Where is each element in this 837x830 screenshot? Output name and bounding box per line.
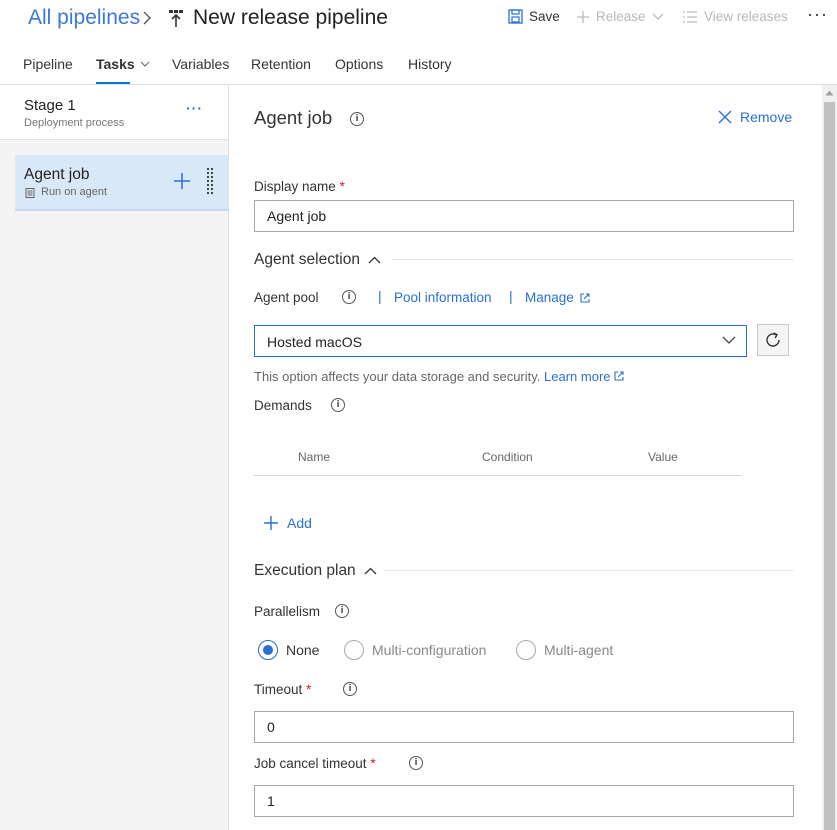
demands-label: Demands bbox=[254, 398, 312, 413]
manage-link[interactable]: Manage bbox=[525, 290, 590, 305]
agent-selection-label: Agent selection bbox=[254, 251, 360, 268]
remove-button[interactable]: Remove bbox=[718, 109, 792, 125]
required-marker: * bbox=[370, 756, 376, 771]
info-icon[interactable]: i bbox=[342, 290, 356, 304]
required-marker: * bbox=[339, 179, 345, 194]
demands-table-divider bbox=[254, 475, 742, 476]
agent-pool-select[interactable]: Hosted macOS bbox=[254, 325, 747, 357]
section-divider bbox=[392, 259, 794, 260]
execution-plan-label: Execution plan bbox=[254, 562, 356, 579]
radio-circle bbox=[516, 640, 536, 660]
close-icon bbox=[718, 110, 732, 124]
scrollbar-thumb[interactable] bbox=[824, 102, 835, 830]
execution-plan-section[interactable]: Execution plan bbox=[254, 562, 377, 580]
info-icon[interactable]: i bbox=[331, 398, 345, 412]
server-icon bbox=[25, 188, 35, 198]
timeout-input[interactable]: 0 bbox=[254, 711, 794, 743]
more-actions-button[interactable]: ··· bbox=[807, 4, 828, 25]
remove-label: Remove bbox=[740, 109, 793, 125]
stage-more-button[interactable]: ··· bbox=[186, 100, 203, 116]
parallelism-multi-config-radio[interactable]: Multi-configuration bbox=[344, 640, 486, 660]
display-name-label: Display name * bbox=[254, 179, 345, 194]
agent-job-subtitle: Run on agent bbox=[41, 186, 108, 198]
refresh-icon bbox=[766, 332, 780, 347]
page-title: New release pipeline bbox=[193, 6, 388, 29]
info-icon[interactable]: i bbox=[350, 112, 364, 126]
external-link-icon bbox=[580, 292, 590, 303]
display-name-text: Display name bbox=[254, 179, 336, 194]
chevron-up-icon bbox=[364, 567, 377, 575]
tab-history[interactable]: History bbox=[408, 56, 452, 72]
info-icon[interactable]: i bbox=[343, 682, 357, 696]
stage-title: Stage 1 bbox=[24, 97, 76, 114]
tab-options[interactable]: Options bbox=[335, 56, 383, 72]
add-label: Add bbox=[287, 515, 312, 531]
info-icon[interactable]: i bbox=[335, 604, 349, 618]
save-icon bbox=[508, 9, 523, 24]
timeout-text: Timeout bbox=[254, 682, 303, 697]
chevron-up-icon bbox=[368, 256, 381, 264]
tab-tasks[interactable]: Tasks bbox=[96, 56, 150, 72]
manage-label: Manage bbox=[525, 290, 574, 305]
plus-icon bbox=[264, 516, 278, 530]
tab-retention[interactable]: Retention bbox=[251, 56, 311, 72]
radio-circle bbox=[258, 640, 278, 660]
info-icon[interactable]: i bbox=[409, 756, 423, 770]
section-divider bbox=[384, 570, 794, 571]
job-cancel-timeout-text: Job cancel timeout bbox=[254, 756, 367, 771]
drag-handle-icon[interactable] bbox=[205, 167, 215, 197]
save-label: Save bbox=[529, 9, 560, 24]
radio-circle bbox=[344, 640, 364, 660]
breadcrumb-all-pipelines[interactable]: All pipelines bbox=[28, 6, 140, 30]
separator: | bbox=[509, 288, 513, 304]
column-header-condition: Condition bbox=[482, 450, 533, 464]
scroll-up-arrow-icon[interactable] bbox=[825, 90, 834, 96]
parallelism-multi-agent-radio[interactable]: Multi-agent bbox=[516, 640, 613, 660]
view-releases-button[interactable]: View releases bbox=[682, 9, 788, 24]
radio-label: None bbox=[286, 642, 320, 658]
radio-label: Multi-configuration bbox=[372, 642, 487, 658]
release-pipeline-icon bbox=[169, 10, 183, 27]
parallelism-label: Parallelism bbox=[254, 604, 321, 619]
add-task-icon[interactable] bbox=[173, 172, 191, 190]
agent-job-heading: Agent job bbox=[254, 107, 333, 128]
learn-more-link[interactable]: Learn more bbox=[544, 369, 610, 384]
pool-information-link[interactable]: Pool information bbox=[394, 290, 492, 305]
hint-text: This option affects your data storage an… bbox=[254, 369, 541, 384]
parallelism-none-radio[interactable]: None bbox=[258, 640, 319, 660]
storage-hint: This option affects your data storage an… bbox=[254, 369, 624, 384]
tab-tasks-label: Tasks bbox=[96, 56, 135, 72]
chevron-down-icon bbox=[722, 336, 736, 344]
job-cancel-timeout-label: Job cancel timeout * bbox=[254, 756, 376, 771]
save-button[interactable]: Save bbox=[508, 9, 560, 24]
release-label: Release bbox=[596, 9, 646, 24]
release-button[interactable]: Release bbox=[576, 9, 664, 24]
job-cancel-timeout-input[interactable]: 1 bbox=[254, 785, 794, 817]
external-link-icon bbox=[614, 371, 624, 381]
column-header-value: Value bbox=[648, 450, 678, 464]
column-header-name: Name bbox=[298, 450, 331, 464]
chevron-down-icon bbox=[652, 13, 663, 20]
agent-pool-label: Agent pool bbox=[254, 290, 319, 305]
list-icon bbox=[683, 10, 697, 23]
plus-icon bbox=[577, 10, 589, 23]
tab-variables[interactable]: Variables bbox=[172, 56, 229, 72]
display-name-input[interactable]: Agent job bbox=[254, 200, 794, 232]
chevron-right-icon bbox=[143, 11, 151, 25]
agent-selection-section[interactable]: Agent selection bbox=[254, 251, 381, 269]
refresh-button[interactable] bbox=[757, 324, 789, 356]
view-releases-label: View releases bbox=[704, 9, 788, 24]
chevron-down-icon bbox=[140, 61, 150, 67]
add-demand-button[interactable]: Add bbox=[263, 515, 312, 531]
required-marker: * bbox=[306, 682, 312, 697]
stage-subtitle: Deployment process bbox=[24, 117, 125, 129]
tab-pipeline[interactable]: Pipeline bbox=[23, 56, 73, 72]
timeout-label: Timeout * bbox=[254, 682, 311, 697]
radio-label: Multi-agent bbox=[544, 642, 614, 658]
separator: | bbox=[378, 288, 382, 304]
agent-job-title: Agent job bbox=[24, 166, 90, 183]
